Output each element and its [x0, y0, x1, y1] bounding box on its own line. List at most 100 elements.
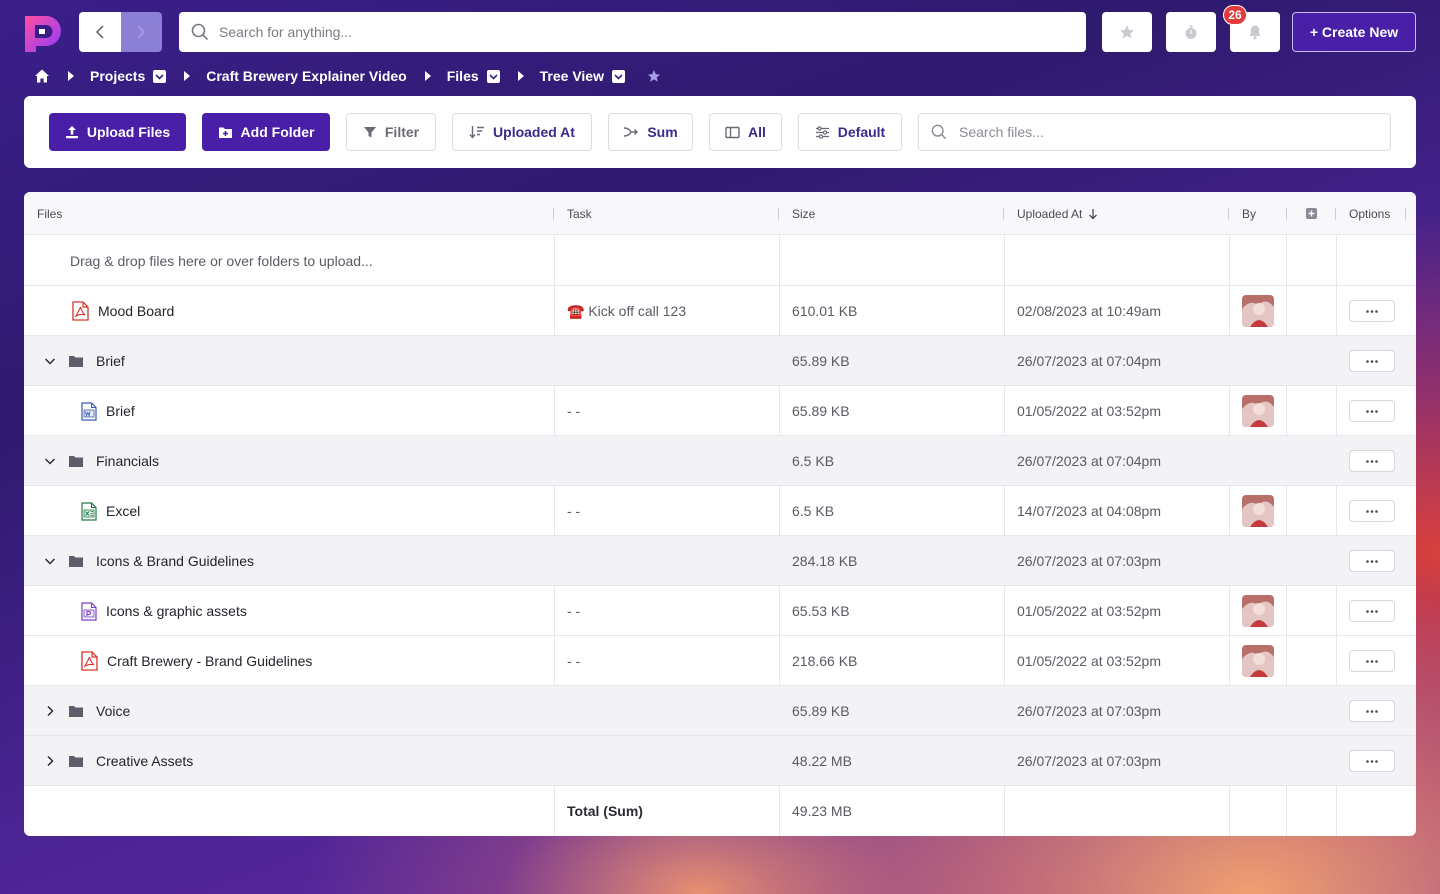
file-name-cell: Mood Board [72, 286, 174, 336]
row-options-button[interactable] [1349, 600, 1395, 622]
drop-zone-row[interactable]: Drag & drop files here or over folders t… [24, 235, 1416, 286]
file-name[interactable]: Icons & graphic assets [106, 603, 247, 619]
uploaded-at: 02/08/2023 at 10:49am [1017, 303, 1162, 319]
chevron-down-icon[interactable] [44, 455, 56, 467]
avatar[interactable] [1242, 395, 1274, 427]
row-options-button[interactable] [1349, 300, 1395, 322]
sum-button[interactable]: Sum [608, 113, 693, 151]
global-search[interactable] [179, 12, 1086, 52]
folder-row[interactable]: Voice 65.89 KB 26/07/2023 at 07:03pm [24, 686, 1416, 736]
row-options-button[interactable] [1349, 450, 1395, 472]
avatar[interactable] [1242, 595, 1274, 627]
breadcrumb-projects[interactable]: Projects [90, 68, 145, 84]
column-resize-handle[interactable] [553, 208, 554, 220]
forward-button[interactable] [120, 12, 162, 52]
row-options-button[interactable] [1349, 500, 1395, 522]
filter-button[interactable]: Filter [346, 113, 436, 151]
file-size: 65.89 KB [792, 403, 850, 419]
table-row[interactable]: Brief - - 65.89 KB 01/05/2022 at 03:52pm [24, 386, 1416, 436]
table-row[interactable]: Mood Board ☎️ Kick off call 123 610.01 K… [24, 286, 1416, 336]
upload-files-button[interactable]: Upload Files [49, 113, 186, 151]
dropdown-check-icon[interactable] [486, 69, 500, 83]
global-search-input[interactable] [219, 24, 1069, 40]
uploader-cell [1242, 386, 1274, 436]
chevron-down-icon[interactable] [44, 355, 56, 367]
folder-name[interactable]: Voice [96, 703, 130, 719]
breadcrumb-files[interactable]: Files [447, 68, 479, 84]
timer-button[interactable] [1166, 12, 1216, 52]
column-resize-handle[interactable] [1405, 208, 1406, 220]
back-button[interactable] [79, 12, 121, 52]
column-resize-handle[interactable] [1286, 208, 1287, 220]
drop-hint: Drag & drop files here or over folders t… [70, 252, 373, 269]
dropdown-check-icon[interactable] [611, 69, 625, 83]
column-header-by[interactable]: By [1242, 192, 1256, 235]
column-header-uploaded[interactable]: Uploaded At [1017, 192, 1098, 235]
breadcrumb-view[interactable]: Tree View [540, 68, 604, 84]
row-options-button[interactable] [1349, 750, 1395, 772]
column-header-files[interactable]: Files [37, 192, 62, 235]
options-cell [1349, 486, 1395, 536]
caret-right-icon [68, 71, 74, 81]
file-name[interactable]: Mood Board [98, 303, 174, 319]
column-header-size[interactable]: Size [792, 192, 815, 235]
files-table: Files Task Size Uploaded At By Options D… [24, 192, 1416, 836]
file-size: 610.01 KB [792, 303, 858, 319]
uploaded-at: 26/07/2023 at 07:04pm [1017, 453, 1162, 469]
sort-button[interactable]: Uploaded At [452, 113, 592, 151]
view-preset-button[interactable]: Default [798, 113, 902, 151]
file-search-input[interactable] [959, 124, 1379, 140]
chevron-right-icon[interactable] [44, 755, 56, 767]
history-nav [79, 12, 162, 52]
column-resize-handle[interactable] [1335, 208, 1336, 220]
table-row[interactable]: Craft Brewery - Brand Guidelines - - 218… [24, 636, 1416, 686]
folder-icon [69, 705, 83, 717]
folder-row[interactable]: Icons & Brand Guidelines 284.18 KB 26/07… [24, 536, 1416, 586]
add-column-button[interactable] [1306, 192, 1317, 235]
row-options-button[interactable] [1349, 400, 1395, 422]
avatar[interactable] [1242, 645, 1274, 677]
file-name[interactable]: Brief [106, 403, 135, 419]
breadcrumb-project[interactable]: Craft Brewery Explainer Video [206, 68, 406, 84]
dropdown-check-icon[interactable] [153, 69, 167, 83]
uploaded-at: 26/07/2023 at 07:04pm [1017, 353, 1162, 369]
uploaded-at: 01/05/2022 at 03:52pm [1017, 403, 1162, 419]
avatar[interactable] [1242, 495, 1274, 527]
file-name[interactable]: Craft Brewery - Brand Guidelines [107, 653, 312, 669]
create-new-button[interactable]: + Create New [1292, 12, 1416, 52]
task-link[interactable]: ☎️ Kick off call 123 [567, 286, 686, 336]
view-preset-label: Default [837, 124, 886, 140]
column-resize-handle[interactable] [1228, 208, 1229, 220]
columns-button[interactable]: All [709, 113, 782, 151]
add-folder-button[interactable]: Add Folder [202, 113, 330, 151]
row-options-button[interactable] [1349, 350, 1395, 372]
chevron-right-icon[interactable] [44, 705, 56, 717]
column-resize-handle[interactable] [778, 208, 779, 220]
table-row[interactable]: Excel - - 6.5 KB 14/07/2023 at 04:08pm [24, 486, 1416, 536]
folder-row[interactable]: Financials 6.5 KB 26/07/2023 at 07:04pm [24, 436, 1416, 486]
column-header-task[interactable]: Task [567, 192, 592, 235]
folder-name[interactable]: Icons & Brand Guidelines [96, 553, 254, 569]
filter-label: Filter [384, 124, 420, 140]
file-name[interactable]: Excel [106, 503, 140, 519]
home-icon[interactable] [34, 68, 50, 84]
favorites-button[interactable] [1102, 12, 1152, 52]
uploaded-at: 26/07/2023 at 07:03pm [1017, 553, 1162, 569]
file-search[interactable] [918, 113, 1391, 151]
chevron-down-icon[interactable] [44, 555, 56, 567]
folder-name[interactable]: Creative Assets [96, 753, 193, 769]
folder-row[interactable]: Creative Assets 48.22 MB 26/07/2023 at 0… [24, 736, 1416, 786]
table-row[interactable]: Icons & graphic assets - - 65.53 KB 01/0… [24, 586, 1416, 636]
top-bar: 26 + Create New [0, 0, 1440, 64]
avatar[interactable] [1242, 295, 1274, 327]
row-options-button[interactable] [1349, 550, 1395, 572]
row-options-button[interactable] [1349, 700, 1395, 722]
favorite-star-icon[interactable] [647, 69, 661, 83]
column-resize-handle[interactable] [1003, 208, 1004, 220]
app-logo[interactable] [22, 12, 64, 52]
row-options-button[interactable] [1349, 650, 1395, 672]
column-header-options: Options [1349, 206, 1391, 221]
folder-row[interactable]: Brief 65.89 KB 26/07/2023 at 07:04pm [24, 336, 1416, 386]
folder-name[interactable]: Brief [96, 353, 125, 369]
folder-name[interactable]: Financials [96, 453, 159, 469]
